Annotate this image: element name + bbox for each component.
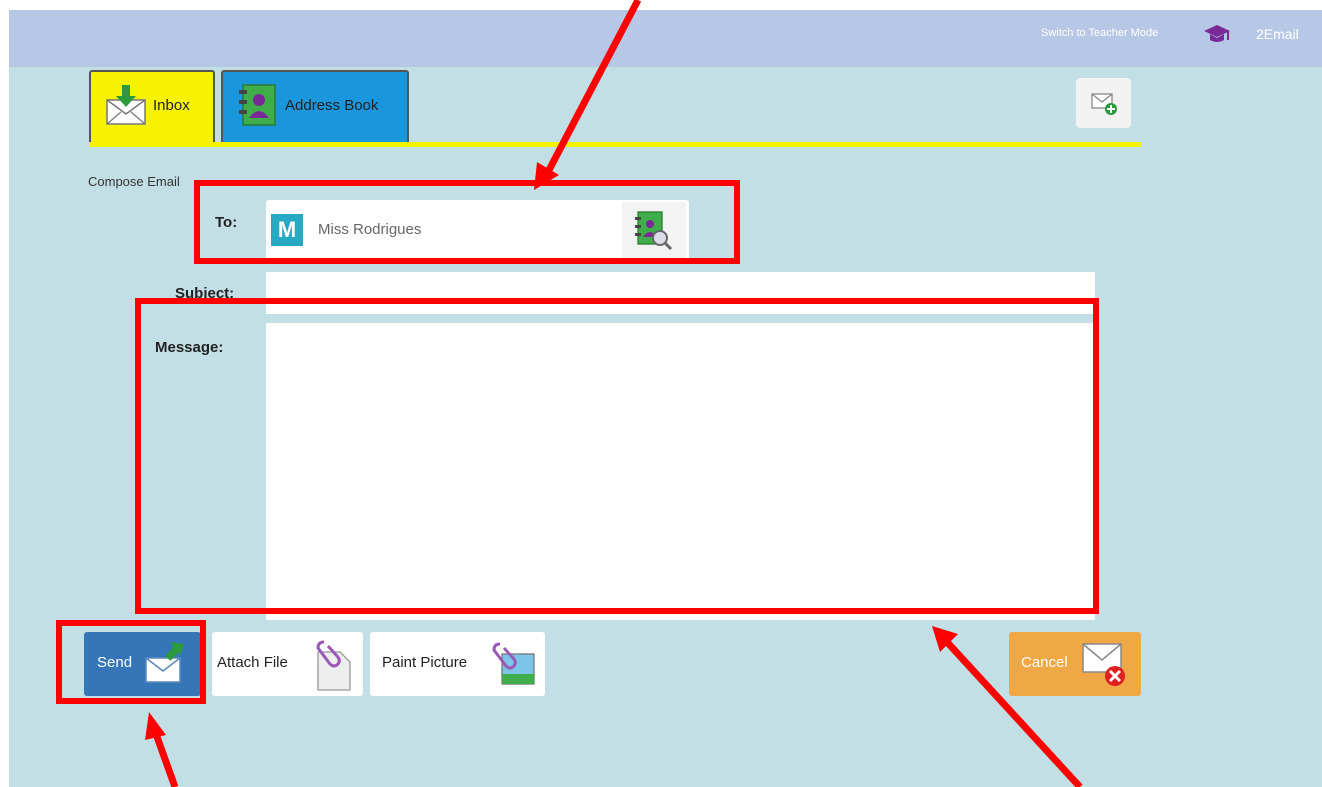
new-email-button[interactable]: [1076, 78, 1131, 128]
email-app: Switch to Teacher Mode 2Email Inbox Addr…: [9, 10, 1322, 787]
address-book-lookup-button[interactable]: [622, 202, 686, 258]
tab-address-book[interactable]: Address Book: [221, 70, 409, 142]
top-bar: Switch to Teacher Mode 2Email: [9, 10, 1322, 67]
tab-underline: [89, 142, 1141, 147]
paperclip-file-icon: [316, 640, 351, 691]
paint-picture-label: Paint Picture: [382, 654, 468, 671]
cancel-button[interactable]: Cancel: [1009, 632, 1141, 696]
tab-inbox[interactable]: Inbox: [89, 70, 215, 142]
message-label: Message:: [155, 339, 224, 356]
teacher-mode-link[interactable]: Switch to Teacher Mode: [1041, 27, 1158, 39]
cancel-label: Cancel: [1021, 654, 1068, 671]
subject-label: Subject:: [175, 285, 235, 302]
send-icon: [145, 642, 184, 683]
paint-picture-button[interactable]: Paint Picture: [370, 632, 545, 696]
compose-title: Compose Email: [88, 174, 180, 189]
to-field[interactable]: M Miss Rodrigues: [266, 200, 689, 260]
recipient-avatar: M: [271, 214, 303, 246]
address-book-icon: [237, 82, 277, 133]
message-textarea[interactable]: [266, 323, 1095, 620]
recipient-name: Miss Rodrigues: [318, 221, 422, 238]
attach-file-button[interactable]: Attach File: [212, 632, 363, 696]
app-name: 2Email: [1256, 26, 1299, 42]
new-email-icon: [1091, 93, 1117, 115]
tab-inbox-label: Inbox: [153, 97, 190, 114]
subject-input[interactable]: [266, 272, 1095, 314]
to-label: To:: [215, 214, 238, 231]
send-button[interactable]: Send: [84, 632, 201, 696]
graduation-cap-icon[interactable]: [1203, 22, 1231, 51]
inbox-icon: [103, 82, 149, 133]
paint-picture-icon: [492, 642, 535, 685]
tab-address-book-label: Address Book: [285, 97, 379, 114]
send-label: Send: [97, 654, 133, 671]
attach-file-label: Attach File: [217, 654, 288, 671]
cancel-email-icon: [1082, 643, 1125, 686]
address-book-search-icon: [635, 211, 673, 251]
